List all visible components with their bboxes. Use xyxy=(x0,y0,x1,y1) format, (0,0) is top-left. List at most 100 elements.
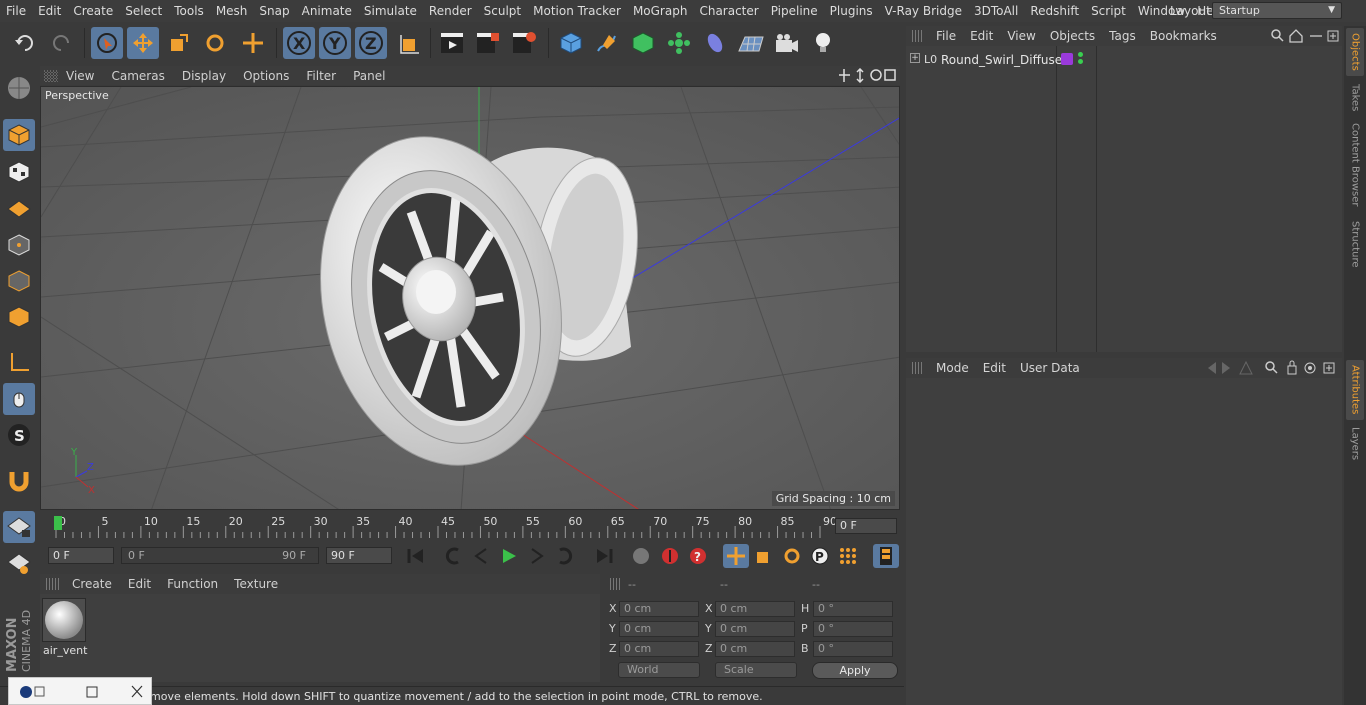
menu-motion-tracker[interactable]: Motion Tracker xyxy=(527,4,627,18)
viewport-nav-icons[interactable] xyxy=(838,68,896,83)
om-menu-objects[interactable]: Objects xyxy=(1044,29,1103,43)
tweak-mode-icon[interactable] xyxy=(3,383,35,415)
menu-plugins[interactable]: Plugins xyxy=(824,4,879,18)
coordinate-system-icon[interactable] xyxy=(393,27,425,59)
menu-create[interactable]: Create xyxy=(67,4,119,18)
menu-simulate[interactable]: Simulate xyxy=(358,4,423,18)
viewport-menu-filter[interactable]: Filter xyxy=(306,69,345,83)
size-mode-dropdown[interactable]: Scale xyxy=(715,662,797,678)
end-frame-field[interactable]: 90 F xyxy=(326,547,392,564)
rot-b-field[interactable]: 0 ° xyxy=(813,641,893,657)
am-menu-edit[interactable]: Edit xyxy=(977,361,1014,375)
move-icon[interactable] xyxy=(127,27,159,59)
tab-content-browser[interactable]: Content Browser xyxy=(1346,120,1364,210)
tab-structure[interactable]: Structure xyxy=(1346,216,1364,272)
am-menu-user-data[interactable]: User Data xyxy=(1014,361,1088,375)
timeline-window-icon[interactable] xyxy=(873,544,899,568)
menu-character[interactable]: Character xyxy=(693,4,764,18)
snap-icon[interactable] xyxy=(3,465,35,497)
editor-visibility-dot[interactable] xyxy=(1078,52,1083,57)
rot-p-field[interactable]: 0 ° xyxy=(813,621,893,637)
am-menu-mode[interactable]: Mode xyxy=(930,361,977,375)
frame-range-slider[interactable]: 0 F 90 F xyxy=(121,547,319,564)
live-select-icon[interactable] xyxy=(91,27,123,59)
menu-mograph[interactable]: MoGraph xyxy=(627,4,694,18)
texture-mode-icon[interactable] xyxy=(3,156,35,188)
om-menu-view[interactable]: View xyxy=(1001,29,1043,43)
cube-icon[interactable] xyxy=(555,27,587,59)
render-picture-viewer-icon[interactable] xyxy=(472,27,504,59)
tab-takes[interactable]: Takes xyxy=(1346,78,1364,118)
menu-sculpt[interactable]: Sculpt xyxy=(478,4,527,18)
autokey-icon[interactable] xyxy=(657,544,683,568)
viewport-menu-panel[interactable]: Panel xyxy=(353,69,394,83)
3d-viewport[interactable]: Y Z X Perspective Grid Spacing : 10 cm xyxy=(40,86,900,510)
floor-icon[interactable] xyxy=(735,27,767,59)
menu-edit[interactable]: Edit xyxy=(32,4,67,18)
material-swatch[interactable] xyxy=(42,598,86,642)
om-menu-tags[interactable]: Tags xyxy=(1103,29,1144,43)
start-frame-field[interactable]: 0 F xyxy=(48,547,114,564)
light-icon[interactable] xyxy=(807,27,839,59)
timeline-ruler[interactable]: 0 5 10 15 20 25 30 35 40 45 50 55 60 65 70 75 80 85 90 0 F xyxy=(40,512,900,542)
model-mode-icon[interactable] xyxy=(3,119,35,151)
menu-snap[interactable]: Snap xyxy=(253,4,295,18)
transform-icon[interactable] xyxy=(237,27,269,59)
am-header-icons[interactable] xyxy=(1200,360,1340,376)
x-axis-icon[interactable]: X xyxy=(283,27,315,59)
subdivision-icon[interactable] xyxy=(627,27,659,59)
material-menu-texture[interactable]: Texture xyxy=(226,577,286,591)
menu-select[interactable]: Select xyxy=(119,4,168,18)
record-keys-disabled-icon[interactable] xyxy=(628,544,654,568)
make-editable-icon[interactable] xyxy=(3,72,35,104)
y-axis-icon[interactable]: Y xyxy=(319,27,351,59)
viewport-menu-cameras[interactable]: Cameras xyxy=(111,69,173,83)
camera-icon[interactable] xyxy=(771,27,803,59)
playhead[interactable] xyxy=(54,516,62,530)
size-z-field[interactable]: 0 cm xyxy=(715,641,795,657)
key-point-level-icon[interactable] xyxy=(835,544,861,568)
material-menu-edit[interactable]: Edit xyxy=(120,577,159,591)
axis-mode-icon[interactable] xyxy=(3,347,35,379)
menu-animate[interactable]: Animate xyxy=(296,4,358,18)
render-view-icon[interactable] xyxy=(436,27,468,59)
apply-button[interactable]: Apply xyxy=(812,662,898,679)
tab-objects[interactable]: Objects xyxy=(1346,28,1364,76)
key-scale-icon[interactable] xyxy=(751,544,777,568)
pen-spline-icon[interactable] xyxy=(591,27,623,59)
viewport-menu-display[interactable]: Display xyxy=(182,69,235,83)
keyframe-selection-icon[interactable]: ? xyxy=(685,544,711,568)
current-frame-field[interactable]: 0 F xyxy=(835,518,897,534)
expand-icon[interactable]: + xyxy=(910,53,920,63)
previous-frame-icon[interactable] xyxy=(468,544,494,568)
size-y-field[interactable]: 0 cm xyxy=(715,621,795,637)
workplane-lock-icon[interactable] xyxy=(3,511,35,543)
z-axis-icon[interactable]: Z xyxy=(355,27,387,59)
viewport-menu-view[interactable]: View xyxy=(66,69,103,83)
render-visibility-dot[interactable] xyxy=(1078,59,1083,64)
pos-z-field[interactable]: 0 cm xyxy=(619,641,699,657)
key-parameter-icon[interactable]: P xyxy=(807,544,833,568)
menu-file[interactable]: File xyxy=(0,4,32,18)
go-to-start-icon[interactable] xyxy=(403,544,429,568)
viewport-menu-options[interactable]: Options xyxy=(243,69,298,83)
next-key-icon[interactable] xyxy=(552,544,578,568)
pos-y-field[interactable]: 0 cm xyxy=(619,621,699,637)
rot-h-field[interactable]: 0 ° xyxy=(813,601,893,617)
material-menu-function[interactable]: Function xyxy=(159,577,226,591)
layout-dropdown[interactable]: Startup ▼ xyxy=(1212,2,1342,19)
menu-tools[interactable]: Tools xyxy=(168,4,210,18)
polygons-mode-icon[interactable] xyxy=(3,301,35,333)
size-x-field[interactable]: 0 cm xyxy=(715,601,795,617)
menu-render[interactable]: Render xyxy=(423,4,478,18)
solo-icon[interactable]: S xyxy=(3,419,35,451)
om-menu-file[interactable]: File xyxy=(930,29,964,43)
menu-v-ray-bridge[interactable]: V-Ray Bridge xyxy=(879,4,968,18)
tab-layers[interactable]: Layers xyxy=(1346,424,1364,464)
material-name[interactable]: air_vent xyxy=(43,644,87,657)
undo-icon[interactable] xyxy=(9,27,41,59)
render-settings-icon[interactable] xyxy=(508,27,540,59)
deformer-icon[interactable] xyxy=(699,27,731,59)
tab-attributes[interactable]: Attributes xyxy=(1346,360,1364,420)
pos-x-field[interactable]: 0 cm xyxy=(619,601,699,617)
